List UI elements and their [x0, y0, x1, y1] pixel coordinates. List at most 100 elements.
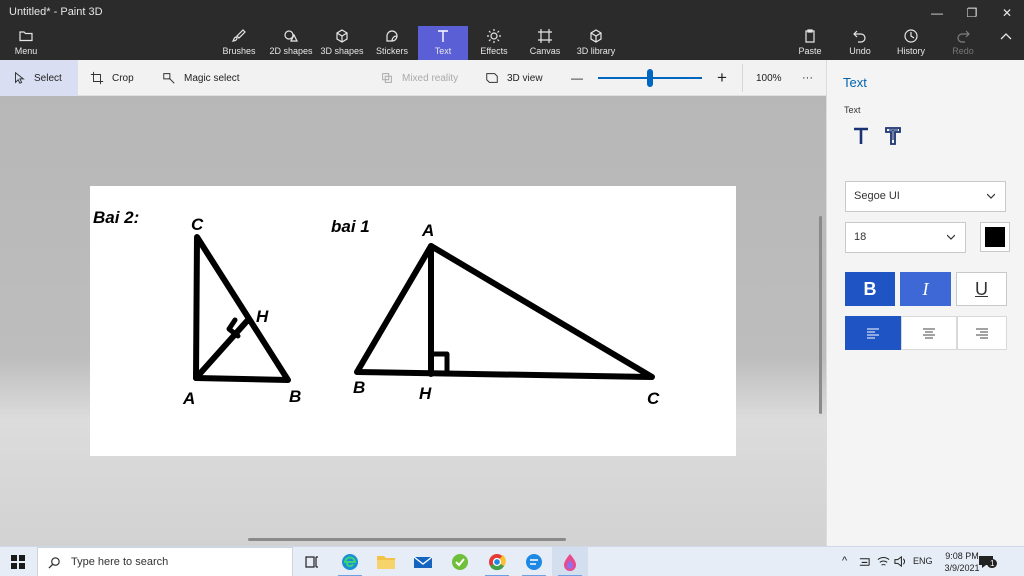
- history-button[interactable]: History: [895, 26, 927, 60]
- select-button[interactable]: Select: [0, 60, 78, 96]
- zoom-in-button[interactable]: +: [717, 60, 727, 96]
- text-2d-icon: [854, 127, 868, 144]
- horizontal-scrollbar[interactable]: [248, 538, 566, 541]
- 3d-shapes-tab[interactable]: 3D shapes: [319, 26, 365, 60]
- mail-taskbar-icon[interactable]: [405, 547, 441, 576]
- menu-label: Menu: [14, 46, 38, 56]
- close-button[interactable]: ✕: [990, 0, 1024, 26]
- undo-button[interactable]: Undo: [846, 26, 874, 60]
- brushes-tab[interactable]: Brushes: [219, 26, 259, 60]
- notification-count: 1: [987, 559, 998, 568]
- wifi-icon[interactable]: [877, 555, 890, 568]
- search-placeholder: Type here to search: [71, 556, 169, 568]
- mixed-reality-button[interactable]: Mixed reality: [380, 60, 458, 96]
- app-taskbar-icon[interactable]: [442, 547, 478, 576]
- zoom-in-label: +: [717, 68, 727, 87]
- zalo-icon: [526, 554, 542, 570]
- italic-button[interactable]: I: [900, 272, 951, 306]
- stickers-label: Stickers: [375, 46, 408, 56]
- crop-label: Crop: [112, 72, 134, 84]
- drawing: Bai 2: C H A B bai 1 A B H C: [93, 208, 660, 408]
- zoom-out-button[interactable]: —: [571, 60, 583, 96]
- paste-label: Paste: [798, 46, 822, 56]
- redo-button[interactable]: Redo: [950, 26, 976, 60]
- paste-button[interactable]: Paste: [795, 26, 825, 60]
- drawing-canvas[interactable]: Bai 2: C H A B bai 1 A B H C: [90, 186, 736, 456]
- zoom-slider-thumb[interactable]: [647, 69, 653, 87]
- triangle-bai1-sides: [354, 243, 655, 380]
- crop-button[interactable]: Crop: [90, 60, 134, 96]
- green-app-icon: [452, 554, 468, 570]
- chevron-up-icon[interactable]: ^: [842, 555, 847, 567]
- taskbar-search-box[interactable]: Type here to search: [37, 547, 293, 576]
- triangle-bai1: [354, 243, 655, 380]
- vertical-scrollbar[interactable]: [819, 216, 822, 414]
- collapse-ribbon-button[interactable]: [996, 26, 1016, 60]
- restore-button[interactable]: ❐: [955, 0, 989, 26]
- clock-date: 3/9/2021: [944, 563, 980, 573]
- text-color-button[interactable]: [980, 222, 1010, 252]
- canvas-label: Canvas: [529, 46, 561, 56]
- 3d-text-button[interactable]: [882, 124, 906, 148]
- mixed-reality-label: Mixed reality: [402, 72, 459, 84]
- panel-section-label: Text: [844, 105, 861, 115]
- stickers-tab[interactable]: Stickers: [373, 26, 411, 60]
- taskbar: Type here to search ^ ENG 1 9:08 PM 3/9/…: [0, 546, 1024, 576]
- label-bai1-h: H: [419, 384, 432, 403]
- label-bai2-b: B: [289, 387, 301, 406]
- align-center-icon: [923, 328, 935, 339]
- align-center-button[interactable]: [901, 316, 957, 350]
- 3d-library-label: 3D library: [576, 46, 616, 56]
- magic-select-button[interactable]: Magic select: [162, 60, 240, 96]
- font-family-value: Segoe UI: [854, 190, 900, 202]
- effects-label: Effects: [480, 46, 508, 56]
- folder-icon: [377, 556, 395, 569]
- underline-label: U: [975, 278, 988, 299]
- start-button[interactable]: [0, 547, 36, 576]
- bold-button[interactable]: B: [845, 272, 895, 306]
- label-bai1: bai 1: [331, 217, 370, 236]
- history-label: History: [896, 46, 925, 56]
- undo-icon: [853, 30, 866, 43]
- underline-button[interactable]: U: [956, 272, 1007, 306]
- edge-taskbar-icon[interactable]: [332, 547, 368, 576]
- file-explorer-taskbar-icon[interactable]: [368, 547, 404, 576]
- volume-icon[interactable]: [894, 555, 907, 568]
- taskbar-clock[interactable]: 9:08 PM 3/9/2021: [940, 550, 984, 574]
- menu-button[interactable]: Menu: [8, 26, 44, 60]
- redo-label: Redo: [952, 46, 974, 56]
- paint-3d-taskbar-icon[interactable]: [552, 547, 588, 576]
- align-right-button[interactable]: [957, 316, 1007, 350]
- 2d-shapes-icon: [284, 30, 298, 42]
- effects-tab[interactable]: Effects: [476, 26, 512, 60]
- more-button[interactable]: ···: [802, 60, 813, 96]
- chrome-taskbar-icon[interactable]: [479, 547, 515, 576]
- windows-logo-icon: [11, 555, 25, 569]
- align-left-icon: [867, 328, 879, 339]
- label-bai2: Bai 2:: [93, 208, 139, 227]
- magic-select-label: Magic select: [184, 72, 240, 84]
- chevron-up-icon: [1000, 33, 1012, 40]
- font-family-dropdown[interactable]: Segoe UI: [845, 181, 1006, 212]
- zalo-taskbar-icon[interactable]: [516, 547, 552, 576]
- 3d-library-tab[interactable]: 3D library: [574, 26, 618, 60]
- triangle-bai2-right-angle: [226, 317, 241, 339]
- folder-icon: [19, 31, 33, 42]
- font-size-value: 18: [854, 231, 867, 243]
- 2d-shapes-tab[interactable]: 2D shapes: [268, 26, 314, 60]
- select-label: Select: [34, 72, 62, 84]
- text-tab[interactable]: Text: [418, 26, 468, 60]
- text-panel: Text Text Segoe UI 18 B I U: [826, 60, 1024, 546]
- language-indicator[interactable]: ENG: [913, 556, 933, 566]
- network-icon[interactable]: [858, 555, 871, 568]
- font-size-dropdown[interactable]: 18: [845, 222, 966, 253]
- canvas-tab[interactable]: Canvas: [526, 26, 564, 60]
- 2d-shapes-label: 2D shapes: [269, 46, 313, 56]
- toolbar-divider: [742, 64, 743, 92]
- 3d-view-button[interactable]: 3D view: [485, 60, 543, 96]
- effects-icon: [487, 29, 501, 43]
- minimize-button[interactable]: —: [920, 0, 954, 26]
- align-left-button[interactable]: [845, 316, 901, 350]
- task-view-button[interactable]: [294, 547, 330, 576]
- 2d-text-button[interactable]: [849, 124, 873, 148]
